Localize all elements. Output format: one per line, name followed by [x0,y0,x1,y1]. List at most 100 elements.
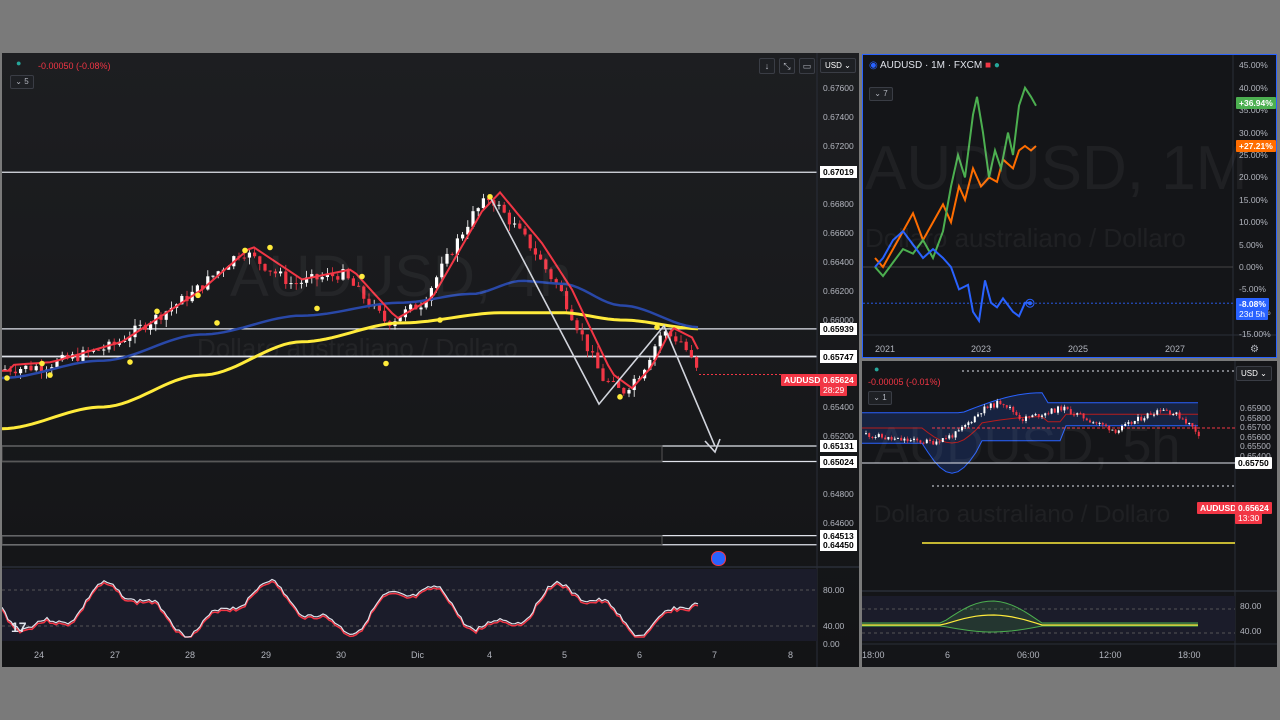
level-price-tag: 0.64450 [820,538,857,551]
level-price-tag: 0.65024 [820,455,857,468]
candle-body [476,208,480,212]
chevron-down-icon: ⌄ [873,393,880,402]
candle-body [81,350,85,361]
symbol-title[interactable]: ◉ AUDUSD · 1M · FXCM ■ ● [869,60,1000,71]
compare-chart-canvas[interactable] [863,55,1276,357]
candle-body [1050,408,1053,414]
candle-body [1009,406,1011,408]
osc-axis-label: 80.00 [823,585,845,595]
candle-body [1002,404,1005,406]
flag-icon[interactable] [711,551,726,566]
date-axis-label: 2025 [1068,344,1089,354]
indicators-collapse-button[interactable]: ⌄ 7 [869,87,893,101]
date-axis-label: 29 [261,650,272,660]
price-axis-label: 0.65600 [1240,431,1271,442]
date-axis-label: 5 [562,650,568,660]
candle-body [383,310,387,322]
candle-body [149,324,153,330]
watermark-symbol: AUDUSD, 5h [874,417,1181,475]
price-axis-label: 0.66400 [823,257,854,267]
price-change: -0.00050 (-0.08%) [38,61,111,71]
date-axis-label: 2021 [875,344,896,354]
candle-body [1149,413,1152,415]
candle-body [502,204,506,213]
intraday-chart-panel[interactable]: ● -0.00005 (-0.01%) ⌄ 1 USD ⌄ AUDUSD, 5h… [862,361,1277,667]
candle-body [523,228,527,235]
candle-body [1069,409,1072,415]
scroll-down-button[interactable]: ↓ [759,58,775,74]
candle-body [575,320,579,331]
main-chart-panel[interactable]: ● -0.00050 (-0.08%) ⌄ 5 ↓ ⤡ ▭ USD ⌄ AUDU… [2,53,859,667]
level-tag: 0.65750 [1235,457,1272,469]
pivot-marker [654,324,660,331]
candle-body [34,366,38,371]
flag-icon: ◉ [869,60,878,71]
candle-body [1005,405,1008,408]
percent-axis-label: -5.00% [1239,284,1266,295]
settings-gear-icon[interactable]: ⚙ [1250,344,1259,355]
orange-series-tag: +27.21% [1236,140,1276,152]
candle-body [1156,410,1159,415]
price-axis-label: 0.64600 [823,518,854,528]
candle-body [1172,414,1175,416]
price-axis-label: 0.67600 [823,83,854,93]
candle-body [865,433,867,435]
candle-body [684,341,688,351]
pivot-marker [47,372,53,378]
currency-select[interactable]: USD ⌄ [1236,366,1272,381]
watermark-description: Dollaro australiano / Dollaro [865,223,1186,253]
level-price-tag: 0.67019 [820,166,857,179]
blue-series-marker-dot [1028,301,1032,306]
candle-body [1185,418,1187,424]
percent-axis-label: 40.00% [1239,82,1268,93]
pivot-marker [39,360,45,367]
price-axis-label: 0.65700 [1240,422,1271,432]
time-axis-label: 6 [945,650,951,660]
percent-axis-label: -15.00% [1239,329,1271,340]
countdown-tag: 28:29 [820,384,848,396]
price-change: -0.00005 (-0.01%) [868,377,941,387]
price-axis-label: 0.66800 [823,199,854,209]
candle-body [507,212,511,225]
date-axis-label: 8 [788,650,794,660]
chevron-down-icon: ⌄ [15,77,22,86]
chevron-down-icon: ⌄ [874,89,881,98]
candle-body [658,335,662,347]
date-axis-label: 28 [185,650,196,660]
candle-body [601,368,605,381]
candle-body [1079,413,1082,415]
candle-body [461,234,465,239]
price-axis-label: 0.65500 [1240,441,1271,451]
candle-body [138,324,142,326]
candle-body [580,330,584,335]
reset-button[interactable]: ▭ [799,58,815,74]
price-axis-label: 0.64800 [823,489,854,499]
price-axis-label: 0.65900 [1240,403,1271,413]
restore-icon: ▭ [802,61,812,71]
countdown-tag: 13:30 [1235,512,1263,524]
candle-body [1015,412,1018,416]
time-axis-label: 06:00 [1017,650,1040,660]
candle-body [1066,406,1069,410]
currency-select[interactable]: USD ⌄ [820,58,856,73]
osc-axis-label: 80.00 [1240,601,1262,611]
time-axis-label: 18:00 [1178,650,1201,660]
level-price-tag: 0.65939 [820,322,857,335]
date-axis-label: 30 [336,650,347,660]
candle-body [1063,406,1066,411]
fullscreen-button[interactable]: ⤡ [779,58,795,74]
pivot-marker [195,292,201,299]
percent-axis-label: 5.00% [1239,239,1264,250]
candle-body [1076,413,1079,415]
percent-axis-label: 45.00% [1239,60,1268,71]
tradingview-logo[interactable]: 17 [11,619,27,635]
candle-body [102,349,106,351]
indicators-collapse-button[interactable]: ⌄ 5 [10,75,34,89]
status-dot-icon: ● [16,58,22,68]
percent-axis-label: 20.00% [1239,172,1268,183]
indicators-collapse-button[interactable]: ⌄ 1 [868,391,892,405]
ma-200-line [2,311,699,431]
monthly-compare-panel[interactable]: ◉ AUDUSD · 1M · FXCM ■ ● ⌄ 7 AUDUSD, 1M … [862,54,1277,358]
candle-body [996,400,999,408]
candle-body [591,351,595,353]
